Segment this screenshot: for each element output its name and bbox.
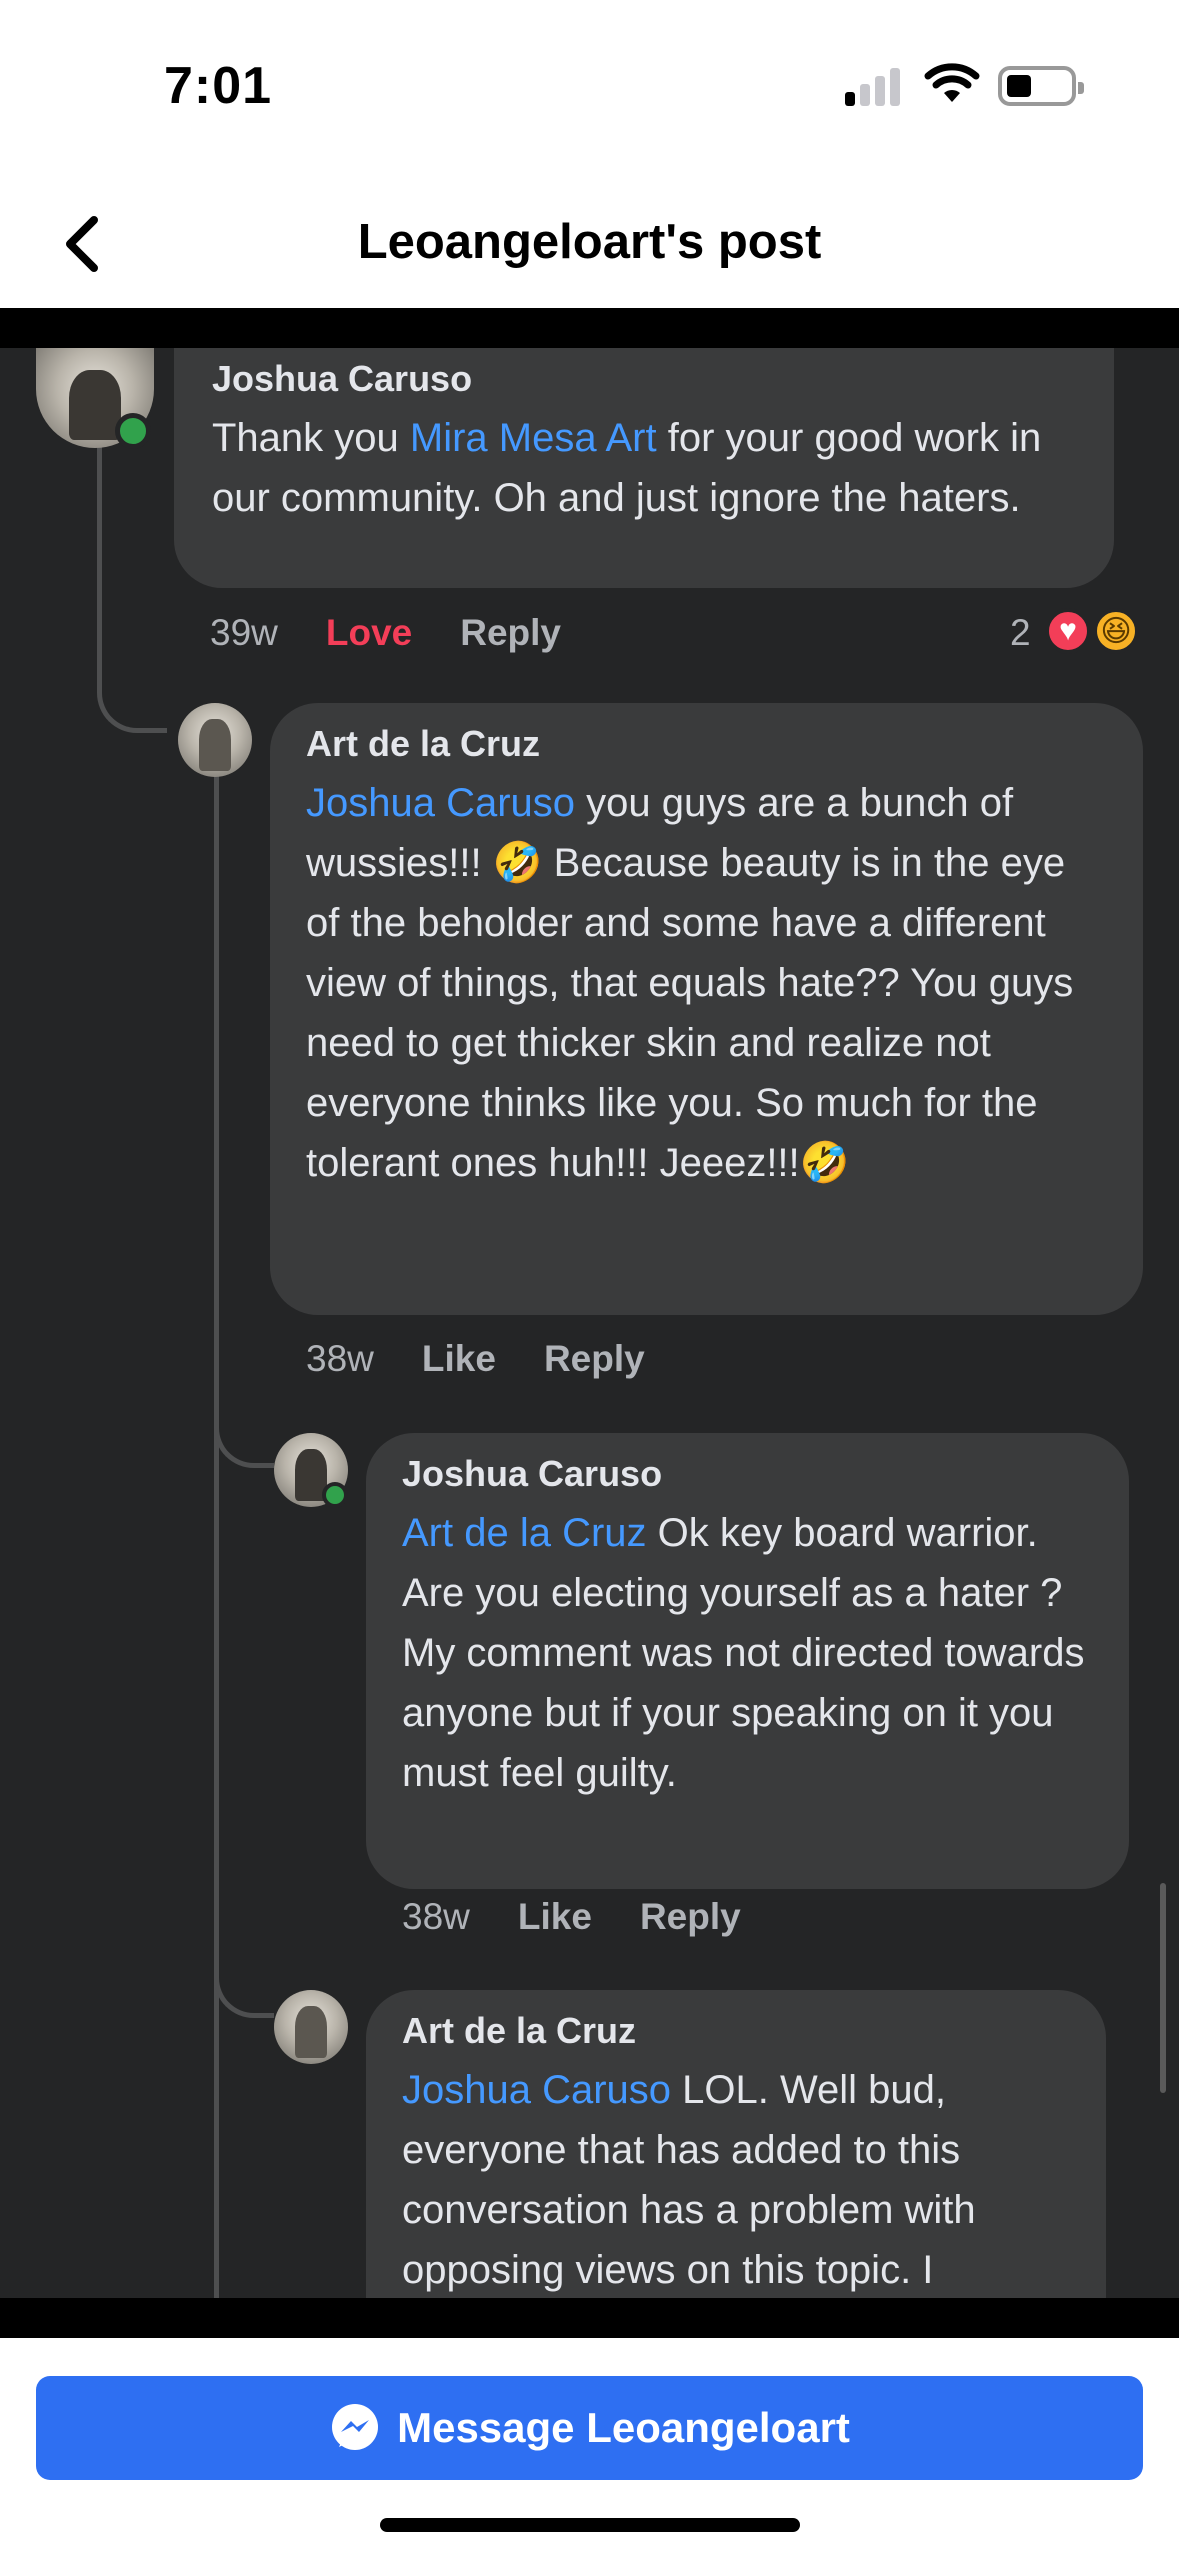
comment-text: Joshua Caruso you guys are a bunch of wu… bbox=[306, 781, 1074, 1185]
comment-text: Art de la Cruz Ok key board warrior. Are… bbox=[402, 1511, 1085, 1795]
cellular-signal-icon bbox=[845, 66, 903, 106]
comment-bubble[interactable]: Joshua Caruso Art de la Cruz Ok key boar… bbox=[366, 1433, 1129, 1889]
like-button[interactable]: Like bbox=[422, 1338, 496, 1379]
message-button[interactable]: Message Leoangeloart bbox=[36, 2376, 1143, 2480]
page-title: Leoangeloart's post bbox=[357, 215, 822, 269]
post-image[interactable]: Joshua Caruso Thank you Mira Mesa Art fo… bbox=[0, 308, 1179, 2338]
thread-connector bbox=[97, 408, 167, 733]
like-button[interactable]: Like bbox=[518, 1896, 592, 1937]
comment-actions: 38w Like Reply bbox=[402, 1896, 789, 1938]
messenger-icon bbox=[332, 2404, 379, 2450]
haha-reaction-icon: 😆 bbox=[1093, 608, 1139, 654]
comment-author[interactable]: Art de la Cruz bbox=[306, 723, 1103, 765]
nav-bar: Leoangeloart's post bbox=[0, 170, 1179, 308]
reply-button[interactable]: Reply bbox=[640, 1896, 741, 1937]
reply-button[interactable]: Reply bbox=[544, 1338, 645, 1379]
mention-link[interactable]: Art de la Cruz bbox=[402, 1511, 647, 1555]
online-status-dot bbox=[115, 413, 151, 449]
online-status-dot bbox=[322, 1482, 348, 1508]
comment-author[interactable]: Joshua Caruso bbox=[402, 1453, 1093, 1495]
thread-connector bbox=[214, 770, 219, 2298]
wifi-icon bbox=[924, 63, 980, 102]
comment-age: 38w bbox=[306, 1338, 374, 1379]
comment-actions: 39w Love Reply bbox=[210, 612, 609, 654]
love-reaction-icon: ♥ bbox=[1045, 608, 1091, 654]
avatar[interactable] bbox=[178, 703, 252, 777]
home-indicator[interactable] bbox=[380, 2518, 800, 2532]
love-reaction-button[interactable]: Love bbox=[326, 612, 412, 653]
comment-text: Joshua Caruso LOL. Well bud, everyone th… bbox=[402, 2068, 976, 2292]
mention-link[interactable]: Joshua Caruso bbox=[306, 781, 575, 825]
comment-author[interactable]: Joshua Caruso bbox=[212, 358, 1076, 400]
comment-author[interactable]: Art de la Cruz bbox=[402, 2010, 1070, 2052]
battery-icon bbox=[998, 66, 1084, 106]
reaction-count[interactable]: 2 bbox=[1010, 612, 1031, 654]
comment-text: Thank you Mira Mesa Art for your good wo… bbox=[212, 416, 1042, 520]
message-button-label: Message Leoangeloart bbox=[397, 2404, 850, 2451]
avatar[interactable] bbox=[274, 1990, 348, 2064]
comment-bubble[interactable]: Art de la Cruz Joshua Caruso you guys ar… bbox=[270, 703, 1143, 1315]
comment-thread-screenshot: Joshua Caruso Thank you Mira Mesa Art fo… bbox=[0, 348, 1179, 2298]
bottom-bar: Message Leoangeloart bbox=[0, 2338, 1179, 2556]
thread-connector bbox=[214, 1408, 274, 1468]
comment-bubble[interactable]: Joshua Caruso Thank you Mira Mesa Art fo… bbox=[174, 348, 1114, 588]
thread-connector bbox=[214, 1968, 274, 2018]
comment-bubble[interactable]: Art de la Cruz Joshua Caruso LOL. Well b… bbox=[366, 1990, 1106, 2298]
reply-button[interactable]: Reply bbox=[460, 612, 561, 653]
mention-link[interactable]: Mira Mesa Art bbox=[410, 416, 657, 460]
comment-age: 38w bbox=[402, 1896, 470, 1937]
comment-age: 39w bbox=[210, 612, 278, 653]
status-bar: 7:01 bbox=[0, 0, 1179, 170]
comment-actions: 38w Like Reply bbox=[306, 1338, 693, 1380]
status-time: 7:01 bbox=[164, 57, 273, 115]
mention-link[interactable]: Joshua Caruso bbox=[402, 2068, 671, 2112]
scrollbar[interactable] bbox=[1160, 1883, 1166, 2093]
